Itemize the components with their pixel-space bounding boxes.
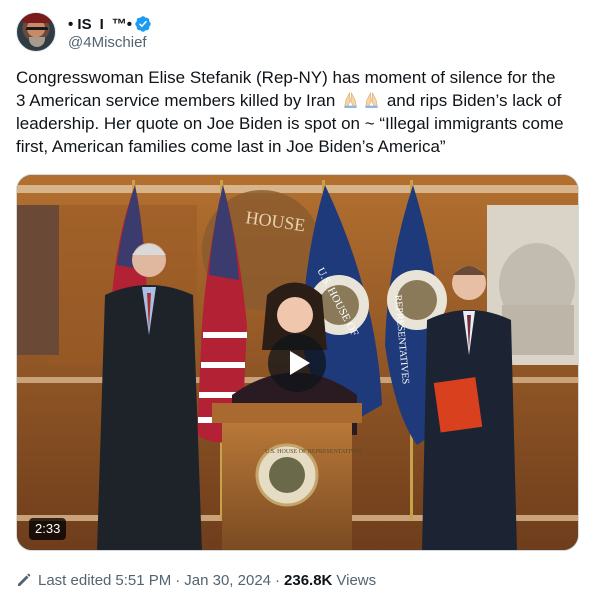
play-icon [289, 351, 310, 375]
play-button[interactable] [268, 334, 326, 392]
tweet-text: Congresswoman Elise Stefanik (Rep-NY) ha… [16, 66, 596, 158]
display-name-part: • IS [68, 15, 92, 33]
display-name[interactable]: • IS I ™• [68, 14, 152, 34]
edited-label[interactable]: Last edited [38, 572, 111, 589]
folded-hands-icon [365, 91, 378, 109]
tweet-header: • IS I ™• @4Mischief [16, 12, 596, 56]
tweet-text-line: Congresswoman Elise Stefanik (Rep-NY) ha… [16, 68, 556, 87]
separator: · [275, 571, 281, 589]
video-player[interactable]: HOUSE U.S. HOUSE OF REPRESENTATIVES U.S.… [16, 174, 579, 551]
tweet-date[interactable]: Jan 30, 2024 [184, 572, 271, 589]
avatar[interactable] [16, 12, 56, 52]
tweet-text-line: 3 American service members killed by Ira… [16, 89, 596, 112]
video-duration: 2:33 [29, 518, 67, 540]
user-handle[interactable]: @4Mischief [68, 34, 147, 51]
views-label: Views [336, 571, 377, 589]
separator: · [175, 571, 181, 589]
verified-badge-icon [135, 16, 151, 32]
tweet-text-segment: 3 American service members killed by Ira… [16, 91, 336, 110]
edit-pencil-icon[interactable] [16, 572, 32, 588]
tweet-meta: Last edited 5:51 PM · Jan 30, 2024 · 236… [16, 570, 376, 590]
display-name-part: ™• [111, 15, 133, 33]
tweet-time[interactable]: 5:51 PM [115, 572, 171, 589]
tweet-text-segment: and rips Biden’s lack of [386, 91, 562, 110]
podium: U.S. HOUSE OF REPRESENTATIVES [212, 403, 362, 550]
podium-seal-text: U.S. HOUSE OF REPRESENTATIVES [265, 449, 362, 455]
views-count[interactable]: 236.8K [284, 572, 332, 589]
tweet-text-line: leadership. Her quote on Joe Biden is sp… [16, 114, 564, 133]
display-name-part: I [99, 15, 104, 33]
tweet-text-line: first, American families come last in Jo… [16, 137, 446, 156]
folded-hands-icon [344, 91, 357, 109]
